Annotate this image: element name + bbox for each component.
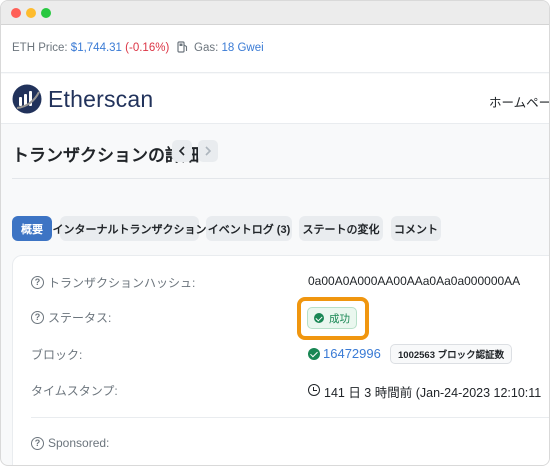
timestamp-value: 141 日 3 時間前 (Jan-24-2023 12:10:11 — [324, 386, 542, 400]
previous-transaction-button[interactable] — [172, 140, 192, 162]
block-confirmations-badge: 1002563 ブロック認証数 — [390, 344, 513, 364]
gas-label: Gas: — [194, 42, 219, 54]
transaction-hash-value: 0a00A0A000AA00AAa0Aa0a000000AA — [308, 274, 521, 288]
window-titlebar — [1, 1, 549, 25]
title-divider — [12, 178, 549, 179]
help-icon[interactable]: ? — [31, 276, 44, 289]
site-header: Etherscan ホームページ — [1, 74, 549, 124]
block-number-link[interactable]: 16472996 — [323, 346, 381, 361]
site-logo-text[interactable]: Etherscan — [48, 86, 153, 113]
next-transaction-button[interactable] — [198, 140, 218, 162]
chevron-left-icon — [178, 146, 185, 156]
tab-event-logs[interactable]: イベントログ (3) — [206, 216, 292, 241]
close-window-button[interactable] — [11, 8, 21, 18]
clock-icon — [308, 384, 320, 396]
block-label: ブロック: — [31, 348, 83, 362]
sponsored-label: Sponsored: — [48, 436, 110, 450]
browser-window: ETH Price: $1,744.31 (-0.16%) Gas: 18 Gw… — [0, 0, 550, 466]
eth-price-change: (-0.16%) — [125, 42, 170, 54]
eth-price-stat: ETH Price: $1,744.31 (-0.16%) — [12, 42, 169, 54]
gas-pump-icon — [177, 41, 188, 53]
timestamp-label: タイムスタンプ: — [31, 384, 118, 398]
tab-internal-transactions[interactable]: インターナルトランザクション — [53, 216, 207, 241]
minimize-window-button[interactable] — [26, 8, 36, 18]
maximize-window-button[interactable] — [41, 8, 51, 18]
check-circle-icon — [314, 313, 324, 323]
status-row-label: ? ステータス: — [31, 309, 111, 326]
etherscan-logo-icon[interactable] — [12, 84, 42, 114]
help-icon[interactable]: ? — [31, 311, 44, 324]
help-icon[interactable]: ? — [31, 436, 44, 450]
hash-label: トランザクションハッシュ: — [48, 276, 196, 290]
chevron-right-icon — [205, 146, 212, 156]
tab-overview[interactable]: 概要 — [12, 216, 52, 241]
gas-stat: Gas: 18 Gwei — [194, 42, 264, 54]
status-label: ステータス: — [48, 311, 112, 325]
page-title: トランザクションの詳細 — [12, 146, 199, 165]
status-badge: 成功 — [307, 307, 357, 329]
eth-price-label: ETH Price: — [12, 42, 68, 54]
eth-price-value[interactable]: $1,744.31 — [71, 42, 122, 54]
tab-comments[interactable]: コメント — [391, 216, 441, 241]
hash-row-label: ? トランザクションハッシュ: — [31, 274, 195, 291]
sponsored-row-label: ? Sponsored: — [31, 436, 109, 450]
tab-state-changes[interactable]: ステートの変化 — [299, 216, 383, 241]
nav-home-link[interactable]: ホームページ — [489, 92, 549, 111]
timestamp-row-label: タイムスタンプ: — [31, 382, 118, 399]
block-row-label: ブロック: — [31, 346, 82, 363]
gas-value[interactable]: 18 Gwei — [222, 42, 264, 54]
details-divider — [31, 417, 549, 418]
status-text: 成功 — [329, 312, 350, 325]
check-circle-icon — [308, 348, 320, 360]
stats-bar: ETH Price: $1,744.31 (-0.16%) Gas: 18 Gw… — [1, 25, 549, 73]
